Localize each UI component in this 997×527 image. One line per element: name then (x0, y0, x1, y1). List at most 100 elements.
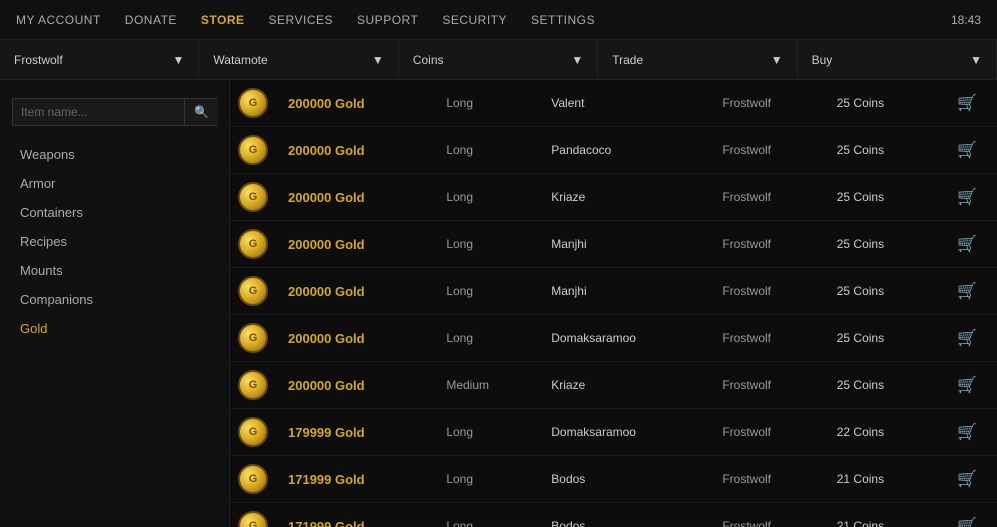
search-button[interactable]: 🔍 (184, 99, 218, 125)
price-cell: 25 Coins (825, 174, 937, 221)
item-icon: G (238, 417, 268, 447)
seller-cell: Kriaze (539, 362, 710, 409)
add-to-cart-button[interactable]: 🛒 (949, 465, 985, 493)
table-row: G 200000 Gold Long Manjhi Frostwolf 25 C… (230, 268, 997, 315)
currency-filter[interactable]: Coins ▼ (399, 40, 598, 79)
item-icon: G (238, 511, 268, 527)
realm-arrow: ▼ (173, 53, 185, 67)
currency-arrow: ▼ (571, 53, 583, 67)
buy-filter[interactable]: Buy ▼ (798, 40, 997, 79)
price-cell: 25 Coins (825, 127, 937, 174)
add-to-cart-button[interactable]: 🛒 (949, 418, 985, 446)
sidebar-item-gold[interactable]: Gold (0, 314, 229, 343)
table-row: G 171999 Gold Long Bodos Frostwolf 21 Co… (230, 503, 997, 527)
sidebar-item-companions[interactable]: Companions (0, 285, 229, 314)
table-row: G 200000 Gold Long Kriaze Frostwolf 25 C… (230, 174, 997, 221)
sidebar: 🔍 Weapons Armor Containers Recipes Mount… (0, 80, 230, 527)
table-row: G 171999 Gold Long Bodos Frostwolf 21 Co… (230, 456, 997, 503)
realm-cell: Frostwolf (710, 268, 824, 315)
listings-table: G 200000 Gold Long Valent Frostwolf 25 C… (230, 80, 997, 527)
sidebar-item-containers[interactable]: Containers (0, 198, 229, 227)
duration-cell: Long (434, 174, 539, 221)
item-icon: G (238, 88, 268, 118)
table-row: G 200000 Gold Long Domaksaramoo Frostwol… (230, 315, 997, 362)
realm-label: Frostwolf (14, 53, 63, 67)
add-to-cart-button[interactable]: 🛒 (949, 230, 985, 258)
buy-arrow: ▼ (970, 53, 982, 67)
trade-arrow: ▼ (771, 53, 783, 67)
sidebar-item-recipes[interactable]: Recipes (0, 227, 229, 256)
duration-cell: Medium (434, 362, 539, 409)
seller-filter[interactable]: Watamote ▼ (199, 40, 398, 79)
item-name-cell: 171999 Gold (276, 456, 434, 503)
sidebar-item-armor[interactable]: Armor (0, 169, 229, 198)
duration-cell: Long (434, 80, 539, 127)
item-icon: G (238, 323, 268, 353)
item-name-cell: 200000 Gold (276, 221, 434, 268)
seller-cell: Domaksaramoo (539, 315, 710, 362)
nav-support[interactable]: SUPPORT (357, 13, 418, 27)
table-row: G 179999 Gold Long Domaksaramoo Frostwol… (230, 409, 997, 456)
item-name-cell: 179999 Gold (276, 409, 434, 456)
add-to-cart-button[interactable]: 🛒 (949, 371, 985, 399)
seller-cell: Kriaze (539, 174, 710, 221)
realm-cell: Frostwolf (710, 127, 824, 174)
duration-cell: Long (434, 409, 539, 456)
duration-cell: Long (434, 127, 539, 174)
content-area: G 200000 Gold Long Valent Frostwolf 25 C… (230, 80, 997, 527)
price-cell: 25 Coins (825, 268, 937, 315)
seller-cell: Pandacoco (539, 127, 710, 174)
realm-filter[interactable]: Frostwolf ▼ (0, 40, 199, 79)
seller-cell: Valent (539, 80, 710, 127)
sidebar-item-mounts[interactable]: Mounts (0, 256, 229, 285)
nav-security[interactable]: SECURITY (442, 13, 507, 27)
item-name-cell: 200000 Gold (276, 174, 434, 221)
seller-cell: Manjhi (539, 268, 710, 315)
item-icon: G (238, 182, 268, 212)
add-to-cart-button[interactable]: 🛒 (949, 512, 985, 527)
nav-services[interactable]: SERVICES (269, 13, 333, 27)
duration-cell: Long (434, 503, 539, 527)
item-icon: G (238, 229, 268, 259)
search-input[interactable] (13, 99, 184, 125)
filter-bar: Frostwolf ▼ Watamote ▼ Coins ▼ Trade ▼ B… (0, 40, 997, 80)
price-cell: 21 Coins (825, 456, 937, 503)
search-bar[interactable]: 🔍 (12, 98, 217, 126)
seller-label: Watamote (213, 53, 267, 67)
item-icon: G (238, 464, 268, 494)
realm-cell: Frostwolf (710, 174, 824, 221)
price-cell: 21 Coins (825, 503, 937, 527)
trade-label: Trade (612, 53, 643, 67)
price-cell: 25 Coins (825, 221, 937, 268)
add-to-cart-button[interactable]: 🛒 (949, 89, 985, 117)
duration-cell: Long (434, 456, 539, 503)
nav-settings[interactable]: SETTINGS (531, 13, 595, 27)
realm-cell: Frostwolf (710, 503, 824, 527)
seller-cell: Manjhi (539, 221, 710, 268)
nav-my-account[interactable]: MY ACCOUNT (16, 13, 101, 27)
item-name-cell: 200000 Gold (276, 362, 434, 409)
clock: 18:43 (951, 13, 981, 27)
table-container[interactable]: G 200000 Gold Long Valent Frostwolf 25 C… (230, 80, 997, 527)
nav-store[interactable]: STORE (201, 13, 245, 27)
table-row: G 200000 Gold Long Valent Frostwolf 25 C… (230, 80, 997, 127)
item-icon: G (238, 135, 268, 165)
item-name-cell: 200000 Gold (276, 127, 434, 174)
add-to-cart-button[interactable]: 🛒 (949, 324, 985, 352)
trade-filter[interactable]: Trade ▼ (598, 40, 797, 79)
realm-cell: Frostwolf (710, 80, 824, 127)
item-name-cell: 200000 Gold (276, 268, 434, 315)
buy-label: Buy (812, 53, 833, 67)
item-name-cell: 171999 Gold (276, 503, 434, 527)
seller-cell: Bodos (539, 503, 710, 527)
nav-donate[interactable]: DONATE (125, 13, 177, 27)
table-row: G 200000 Gold Long Manjhi Frostwolf 25 C… (230, 221, 997, 268)
add-to-cart-button[interactable]: 🛒 (949, 277, 985, 305)
add-to-cart-button[interactable]: 🛒 (949, 183, 985, 211)
add-to-cart-button[interactable]: 🛒 (949, 136, 985, 164)
duration-cell: Long (434, 268, 539, 315)
realm-cell: Frostwolf (710, 456, 824, 503)
price-cell: 25 Coins (825, 315, 937, 362)
sidebar-item-weapons[interactable]: Weapons (0, 140, 229, 169)
item-icon: G (238, 370, 268, 400)
